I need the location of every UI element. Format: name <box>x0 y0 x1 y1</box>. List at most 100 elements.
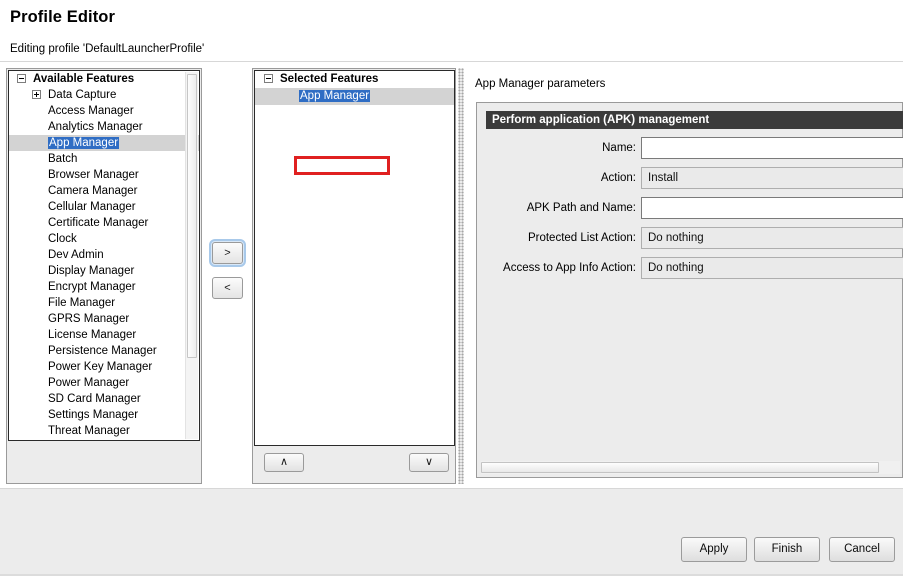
available-feature-label: Clock <box>48 233 77 245</box>
panel-sash-divider[interactable] <box>458 68 464 484</box>
available-feature-item[interactable]: Batch <box>9 151 199 167</box>
available-feature-item[interactable]: Power Manager <box>9 375 199 391</box>
remove-feature-button[interactable]: < <box>212 277 243 299</box>
parameter-dropdown[interactable]: Do nothing <box>641 257 903 279</box>
add-feature-button[interactable]: > <box>212 242 243 264</box>
available-feature-item[interactable]: File Manager <box>9 295 199 311</box>
parameter-dropdown-value: Do nothing <box>648 228 704 249</box>
parameters-horizontal-scrollbar[interactable] <box>481 461 900 474</box>
selected-feature-item[interactable]: App Manager <box>255 88 454 105</box>
available-feature-item[interactable]: Persistence Manager <box>9 343 199 359</box>
available-features-footer-area <box>8 442 200 483</box>
wizard-header: Profile Editor Editing profile 'DefaultL… <box>0 0 903 62</box>
available-feature-item[interactable]: Encrypt Manager <box>9 279 199 295</box>
selected-feature-highlight-annotation <box>294 156 390 175</box>
available-feature-label: Power Key Manager <box>48 361 152 373</box>
parameters-area: App Manager parameters Perform applicati… <box>470 68 903 484</box>
available-feature-item[interactable]: Browser Manager <box>9 167 199 183</box>
available-feature-item[interactable]: Data Capture <box>9 87 199 103</box>
parameter-row: Name: <box>477 137 903 159</box>
header-divider <box>0 61 903 62</box>
available-feature-label: Display Manager <box>48 265 134 277</box>
tree-root-label: Selected Features <box>280 73 378 85</box>
parameters-group-title: Perform application (APK) management <box>486 111 903 129</box>
available-feature-label: Threat Manager <box>48 425 130 437</box>
apply-button[interactable]: Apply <box>681 537 747 562</box>
parameter-dropdown[interactable]: Do nothing <box>641 227 903 249</box>
parameters-group-box: Perform application (APK) management Nam… <box>476 102 903 478</box>
available-feature-label: SD Card Manager <box>48 393 141 405</box>
parameter-label: Access to App Info Action: <box>477 257 636 279</box>
parameter-label: APK Path and Name: <box>477 197 636 219</box>
cancel-button[interactable]: Cancel <box>829 537 895 562</box>
available-features-list[interactable]: Available Features Data Capture Access Man… <box>9 71 199 439</box>
available-feature-item[interactable]: Analytics Manager <box>9 119 199 135</box>
available-feature-item[interactable]: SD Card Manager <box>9 391 199 407</box>
available-features-tree[interactable]: Available Features Data Capture Access Man… <box>8 70 200 441</box>
available-feature-item[interactable]: Threat Manager <box>9 423 199 439</box>
dialog-button-bar: Apply Finish Cancel <box>0 489 903 576</box>
collapse-icon[interactable] <box>264 74 273 83</box>
parameter-label: Name: <box>477 137 636 159</box>
available-features-scrollbar[interactable] <box>185 72 198 439</box>
tree-root-selected-features[interactable]: Selected Features <box>255 71 454 88</box>
parameters-scroll-thumb[interactable] <box>481 462 879 473</box>
available-feature-label: License Manager <box>48 329 136 341</box>
move-up-button[interactable]: ∧ <box>264 453 304 472</box>
available-feature-label: Power Manager <box>48 377 129 389</box>
parameter-label: Action: <box>477 167 636 189</box>
move-down-button[interactable]: ∨ <box>409 453 449 472</box>
available-features-scroll-thumb[interactable] <box>187 74 197 358</box>
available-feature-label: Persistence Manager <box>48 345 157 357</box>
parameter-row: APK Path and Name: <box>477 197 903 219</box>
parameter-row: Action: Install <box>477 167 903 189</box>
expand-icon[interactable] <box>32 90 41 99</box>
available-feature-item[interactable]: License Manager <box>9 327 199 343</box>
page-title: Profile Editor <box>10 8 115 27</box>
parameter-dropdown-value: Do nothing <box>648 258 704 279</box>
available-feature-item[interactable]: Certificate Manager <box>9 215 199 231</box>
available-feature-label: Access Manager <box>48 105 134 117</box>
profile-editor-window: Profile Editor Editing profile 'DefaultL… <box>0 0 903 576</box>
parameter-dropdown-value: Install <box>648 168 678 189</box>
parameter-text-input[interactable] <box>641 197 903 219</box>
available-feature-item[interactable]: Power Key Manager <box>9 359 199 375</box>
available-feature-label: Analytics Manager <box>48 121 143 133</box>
available-feature-label: App Manager <box>48 137 119 149</box>
available-feature-label: Dev Admin <box>48 249 104 261</box>
available-feature-item[interactable]: Camera Manager <box>9 183 199 199</box>
selected-feature-label: App Manager <box>299 90 370 102</box>
tree-root-available-features[interactable]: Available Features <box>9 71 199 87</box>
selected-features-panel: Selected Features App Manager ∧ ∨ <box>252 68 456 484</box>
available-feature-label: Certificate Manager <box>48 217 148 229</box>
available-feature-label: Encrypt Manager <box>48 281 136 293</box>
available-feature-item[interactable]: Clock <box>9 231 199 247</box>
available-feature-label: Browser Manager <box>48 169 139 181</box>
available-feature-item[interactable]: Settings Manager <box>9 407 199 423</box>
available-feature-label: Settings Manager <box>48 409 138 421</box>
selected-features-footer-area: ∧ ∨ <box>254 447 455 483</box>
available-feature-label: Data Capture <box>48 89 116 101</box>
available-feature-item[interactable]: GPRS Manager <box>9 311 199 327</box>
finish-button[interactable]: Finish <box>754 537 820 562</box>
collapse-icon[interactable] <box>17 74 26 83</box>
parameter-text-input[interactable] <box>641 137 903 159</box>
available-feature-label: Cellular Manager <box>48 201 136 213</box>
available-feature-item[interactable]: App Manager <box>9 135 199 151</box>
available-feature-item[interactable]: Display Manager <box>9 263 199 279</box>
page-subtitle: Editing profile 'DefaultLauncherProfile' <box>10 43 204 55</box>
parameter-dropdown[interactable]: Install <box>641 167 903 189</box>
selected-features-list[interactable]: Selected Features App Manager <box>255 71 454 105</box>
parameter-row: Access to App Info Action: Do nothing <box>477 257 903 279</box>
available-features-panel: Available Features Data Capture Access Man… <box>6 68 202 484</box>
available-feature-item[interactable]: Access Manager <box>9 103 199 119</box>
available-feature-label: File Manager <box>48 297 115 309</box>
available-feature-item[interactable]: Cellular Manager <box>9 199 199 215</box>
available-feature-item[interactable]: Dev Admin <box>9 247 199 263</box>
parameter-label: Protected List Action: <box>477 227 636 249</box>
available-feature-label: Batch <box>48 153 77 165</box>
available-feature-label: GPRS Manager <box>48 313 129 325</box>
selected-features-tree[interactable]: Selected Features App Manager <box>254 70 455 446</box>
parameters-caption: App Manager parameters <box>475 78 605 90</box>
available-feature-label: Camera Manager <box>48 185 137 197</box>
